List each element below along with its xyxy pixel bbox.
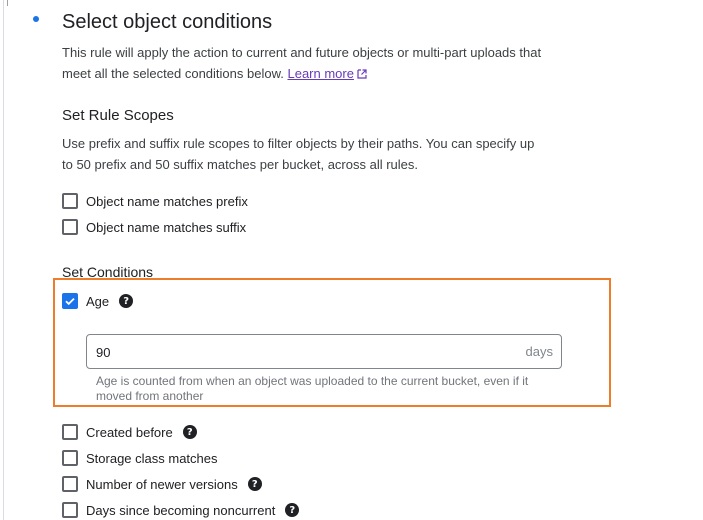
- noncurrent-days-help-icon[interactable]: ?: [285, 503, 300, 517]
- noncurrent-days-option[interactable]: Days since becoming noncurrent ?: [62, 500, 300, 520]
- age-label[interactable]: Age: [86, 294, 109, 309]
- stepper-rail-tick: [7, 0, 8, 6]
- learn-more-label[interactable]: Learn more: [287, 66, 353, 81]
- suffix-match-label[interactable]: Object name matches suffix: [86, 220, 246, 235]
- external-link-icon[interactable]: [357, 69, 367, 79]
- created-before-help-icon[interactable]: ?: [182, 425, 197, 439]
- prefix-match-label[interactable]: Object name matches prefix: [86, 194, 248, 209]
- suffix-match-option[interactable]: Object name matches suffix: [62, 217, 246, 237]
- rule-scopes-description: Use prefix and suffix rule scopes to fil…: [62, 136, 535, 172]
- age-checkbox[interactable]: [62, 293, 78, 309]
- rule-scopes-heading: Set Rule Scopes: [62, 107, 174, 124]
- learn-more-link[interactable]: Learn more: [287, 66, 367, 81]
- storage-class-label[interactable]: Storage class matches: [86, 451, 218, 466]
- created-before-checkbox[interactable]: [62, 424, 78, 440]
- age-unit-suffix: days: [525, 344, 553, 359]
- age-hint-text: Age is counted from when an object was u…: [96, 374, 529, 403]
- age-help-icon[interactable]: ?: [119, 294, 134, 308]
- section-title: Select object conditions: [62, 11, 273, 33]
- stepper-rail: [3, 0, 4, 520]
- prefix-match-option[interactable]: Object name matches prefix: [62, 191, 248, 211]
- newer-versions-checkbox[interactable]: [62, 476, 78, 492]
- section-description: This rule will apply the action to curre…: [62, 42, 542, 84]
- newer-versions-help-icon[interactable]: ?: [247, 477, 262, 491]
- suffix-match-checkbox[interactable]: [62, 219, 78, 235]
- age-field[interactable]: days: [86, 334, 562, 369]
- prefix-match-checkbox[interactable]: [62, 193, 78, 209]
- newer-versions-option[interactable]: Number of newer versions ?: [62, 474, 262, 494]
- noncurrent-days-checkbox[interactable]: [62, 502, 78, 518]
- storage-class-checkbox[interactable]: [62, 450, 78, 466]
- age-input[interactable]: [96, 343, 476, 361]
- storage-class-option[interactable]: Storage class matches: [62, 448, 218, 468]
- noncurrent-days-label[interactable]: Days since becoming noncurrent: [86, 503, 275, 518]
- age-option[interactable]: Age ?: [62, 291, 134, 311]
- created-before-option[interactable]: Created before ?: [62, 422, 197, 442]
- step-indicator-dot: [33, 16, 39, 22]
- created-before-label[interactable]: Created before: [86, 425, 173, 440]
- checkmark-icon: [65, 297, 75, 306]
- newer-versions-label[interactable]: Number of newer versions: [86, 477, 238, 492]
